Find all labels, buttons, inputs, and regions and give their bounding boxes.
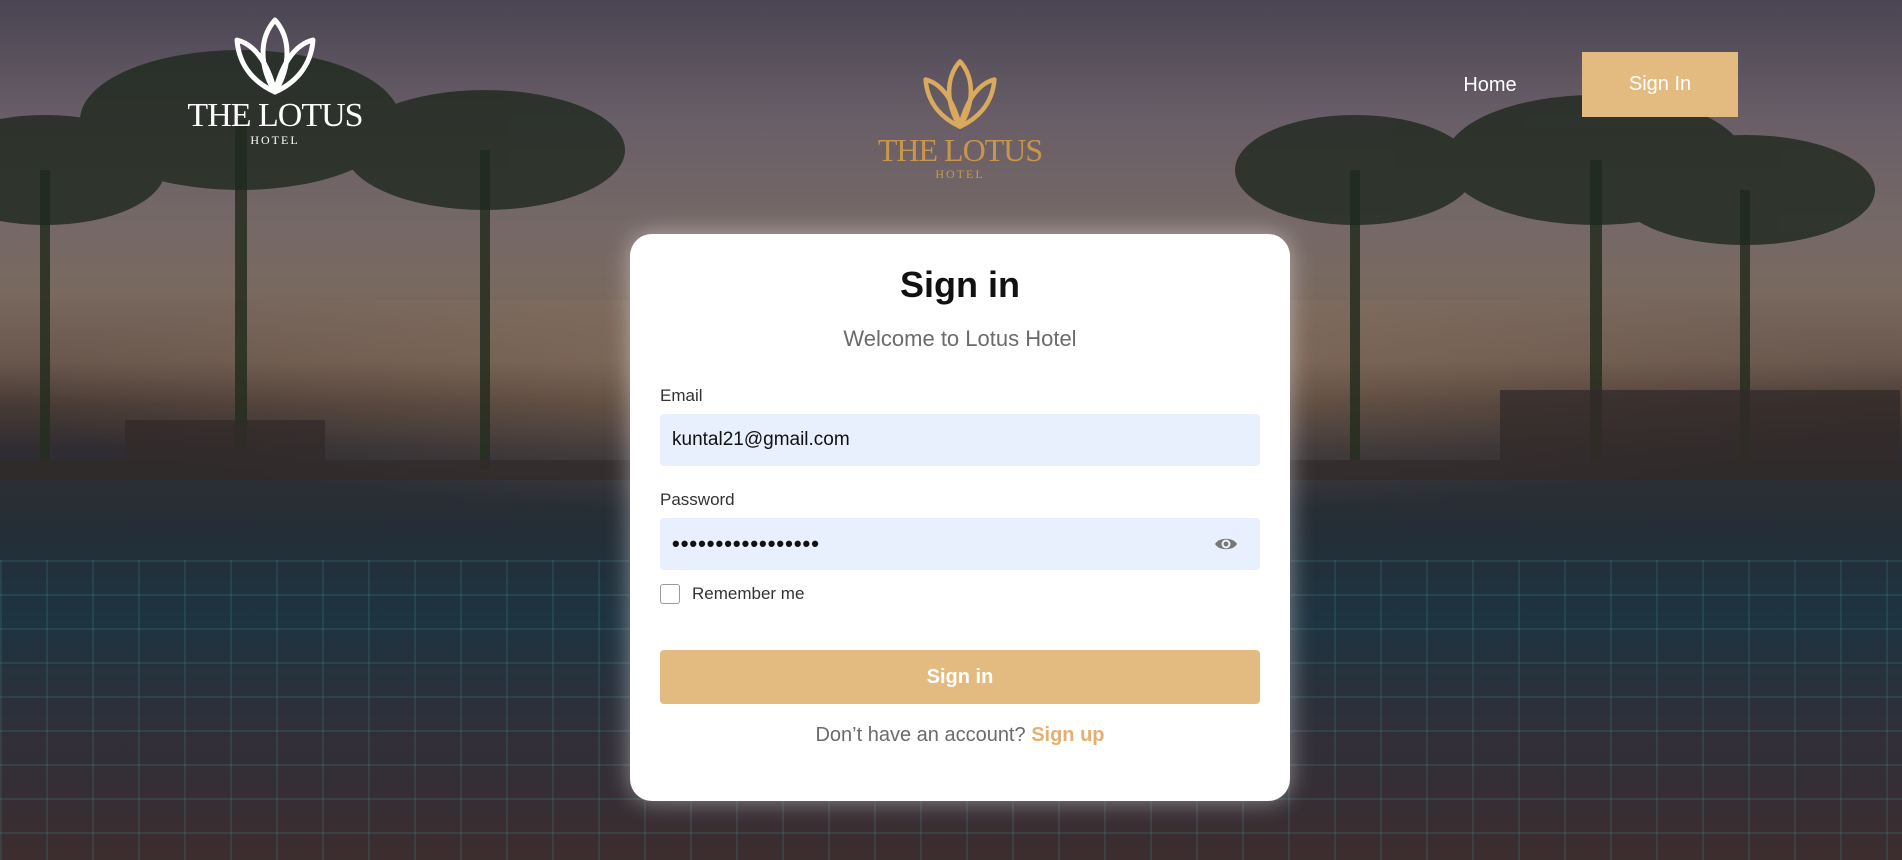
eye-icon[interactable] bbox=[1214, 533, 1238, 555]
signin-submit-button[interactable]: Sign in bbox=[660, 650, 1260, 704]
email-value: kuntal21@gmail.com bbox=[672, 429, 850, 450]
remember-me-label: Remember me bbox=[692, 584, 805, 603]
signup-link[interactable]: Sign up bbox=[1031, 724, 1104, 746]
signup-prompt: Don’t have an account? Sign up bbox=[630, 724, 1290, 747]
card-subtitle: Welcome to Lotus Hotel bbox=[843, 326, 1077, 351]
signin-card: Sign in Welcome to Lotus Hotel Email kun… bbox=[630, 234, 1290, 801]
password-field[interactable]: ••••••••••••••••• bbox=[660, 518, 1260, 570]
nav-signin-button[interactable]: Sign In bbox=[1582, 52, 1738, 117]
remember-me-checkbox[interactable] bbox=[660, 584, 680, 604]
nav-home-link[interactable]: Home bbox=[1440, 70, 1540, 100]
brand-subtitle: HOTEL bbox=[250, 133, 300, 147]
brand-name: THE LOTUS bbox=[187, 97, 363, 134]
brand-subtitle: HOTEL bbox=[935, 167, 985, 181]
email-label: Email bbox=[660, 386, 703, 405]
signup-prompt-text: Don’t have an account? bbox=[815, 724, 1026, 746]
password-value: ••••••••••••••••• bbox=[672, 531, 820, 556]
password-label: Password bbox=[660, 490, 735, 509]
remember-me: Remember me bbox=[660, 584, 804, 604]
card-title: Sign in bbox=[900, 264, 1020, 305]
hotel-logo-center: THE LOTUS HOTEL bbox=[872, 56, 1048, 186]
lotus-icon bbox=[923, 59, 997, 129]
hotel-logo-left[interactable]: THE LOTUS HOTEL bbox=[180, 14, 370, 154]
brand-name: THE LOTUS bbox=[877, 132, 1043, 168]
email-field[interactable]: kuntal21@gmail.com bbox=[660, 414, 1260, 466]
lotus-icon bbox=[234, 17, 316, 95]
